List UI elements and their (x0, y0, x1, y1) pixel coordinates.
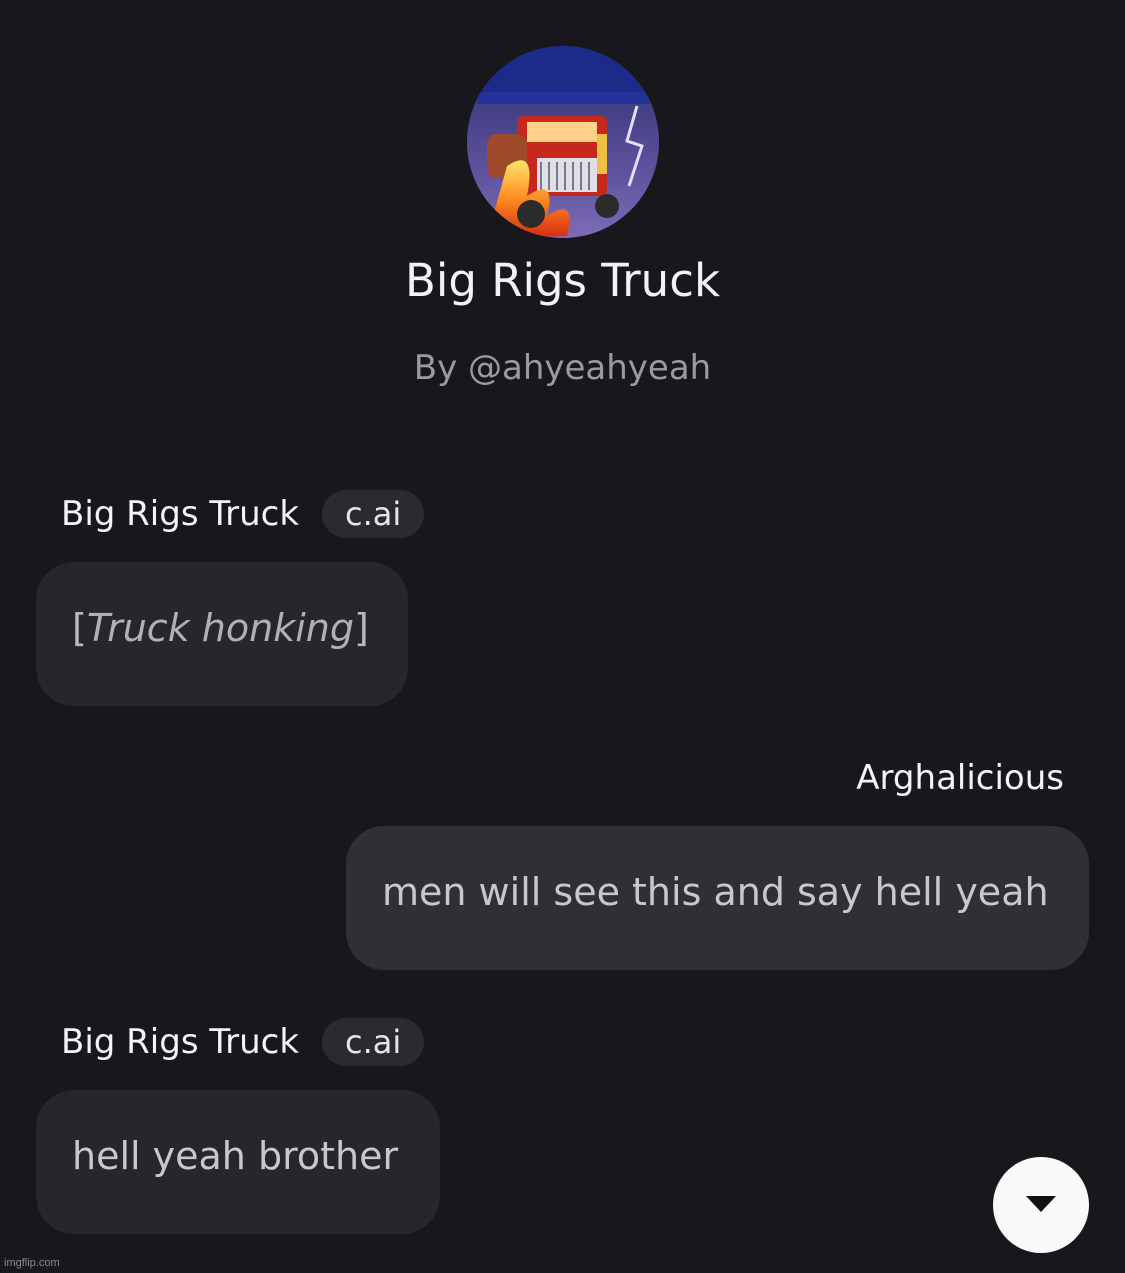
avatar-image (467, 46, 659, 238)
message-text: hell yeah brother (72, 1134, 399, 1178)
character-author[interactable]: By @ahyeahyeah (0, 348, 1125, 388)
action-open-bracket: [ (72, 606, 87, 650)
message-sender-name: Big Rigs Truck (61, 1022, 300, 1062)
cai-badge: c.ai (322, 490, 425, 538)
message-text: men will see this and say hell yeah (382, 870, 1049, 914)
character-avatar[interactable] (467, 46, 659, 238)
cai-badge: c.ai (322, 1018, 425, 1066)
scroll-to-bottom-button[interactable] (993, 1157, 1089, 1253)
bot-message-bubble: [Truck honking] (36, 562, 408, 706)
action-close-bracket: ] (353, 606, 369, 650)
watermark-text: imgflip.com (4, 1257, 60, 1269)
bot-message-bubble: hell yeah brother (36, 1090, 440, 1234)
message-sender-name: Big Rigs Truck (61, 494, 300, 534)
caret-down-icon (1026, 1196, 1056, 1212)
action-text: Truck honking (86, 606, 354, 650)
user-message-bubble: men will see this and say hell yeah (346, 826, 1089, 970)
message-sender-name: Arghalicious (856, 758, 1064, 798)
character-name: Big Rigs Truck (404, 254, 721, 307)
